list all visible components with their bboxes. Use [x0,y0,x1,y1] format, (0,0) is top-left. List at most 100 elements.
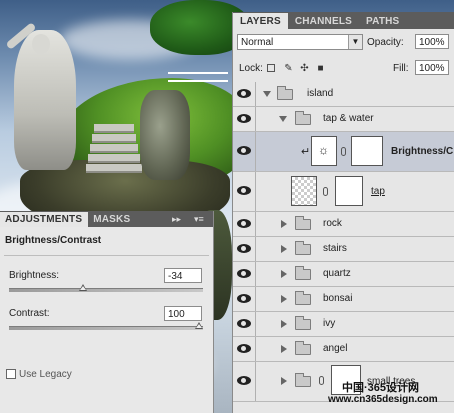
layer-row-island[interactable]: island [233,82,454,107]
eye-icon[interactable] [237,269,251,278]
folder-icon [295,316,311,330]
layer-name: tap & water [323,113,374,124]
folder-icon [277,86,293,100]
mask-link-icon[interactable] [319,376,324,385]
layer-name: stairs [323,243,347,254]
adjustments-panel-tabs: ADJUSTMENTS MASKS ▸▸ ▾≡ [0,211,213,227]
layer-list: island tap & water ↵ ☼ Brightness/C tap [233,82,454,402]
contrast-label: Contrast: [9,308,50,319]
brightness-label: Brightness: [9,270,60,281]
opacity-input[interactable]: 100% [415,34,449,49]
tab-paths[interactable]: PATHS [359,13,406,29]
panel-menu-icon[interactable]: ▾≡ [194,214,204,225]
eye-icon[interactable] [237,344,251,353]
eye-icon[interactable] [237,376,251,385]
lock-image-pixels-icon[interactable]: ✎ [283,63,294,74]
eye-icon[interactable] [237,89,251,98]
eye-icon[interactable] [237,219,251,228]
expand-triangle-icon[interactable] [281,295,287,303]
opacity-label: Opacity: [367,37,404,48]
folder-icon [295,111,311,125]
layer-name: ivy [323,318,336,329]
eye-icon[interactable] [237,114,251,123]
layer-row-angel[interactable]: angel [233,337,454,362]
expand-triangle-icon[interactable] [281,377,287,385]
eye-icon[interactable] [237,244,251,253]
eye-icon[interactable] [237,146,251,155]
mask-link-icon[interactable] [341,147,346,156]
folder-icon [295,291,311,305]
layer-name: angel [323,343,348,354]
blend-mode-select[interactable]: Normal ▼ [237,34,363,50]
water-pump-artwork [140,90,190,180]
tab-masks[interactable]: MASKS [88,212,136,227]
folder-icon [295,341,311,355]
lock-transparent-pixels-icon[interactable] [267,64,275,72]
layer-row-tap[interactable]: tap [233,172,454,212]
eye-icon[interactable] [237,186,251,195]
lock-all-icon[interactable]: ■ [315,63,326,74]
layer-name: bonsai [323,293,353,304]
folder-icon [295,216,311,230]
clipping-arrow-icon: ↵ [301,146,311,158]
brightness-slider[interactable] [9,284,203,292]
lock-position-icon[interactable]: ✣ [299,63,310,74]
mask-link-icon[interactable] [323,187,328,196]
expand-triangle-icon[interactable] [263,91,271,97]
contrast-slider-knob[interactable] [195,322,203,329]
layers-panel-tabs: LAYERS CHANNELS PATHS [233,12,454,29]
layer-row-brightness-contrast[interactable]: ↵ ☼ Brightness/C [233,132,454,172]
expand-triangle-icon[interactable] [279,116,287,122]
expand-triangle-icon[interactable] [281,270,287,278]
lock-fill-row: Lock: ✎ ✣ ■ Fill: 100% [233,59,454,81]
layers-panel: LAYERS CHANNELS PATHS Normal ▼ Opacity: … [232,12,454,413]
layer-mask-thumbnail[interactable] [351,136,383,166]
lock-label: Lock: [239,63,263,74]
folder-icon [295,241,311,255]
adjustment-thumbnail[interactable]: ☼ [311,136,337,166]
divider [4,255,209,256]
watermark-line2: www.cn365design.com [328,394,438,405]
tab-adjustments[interactable]: ADJUSTMENTS [0,212,89,227]
layer-name: Brightness/C [391,146,454,157]
expand-triangle-icon[interactable] [281,245,287,253]
fill-input[interactable]: 100% [415,60,449,75]
layer-row-quartz[interactable]: quartz [233,262,454,287]
watermark-line1: 中国·365设计网 [342,382,420,394]
fence-artwork [168,72,228,82]
expand-triangle-icon[interactable] [281,220,287,228]
blend-opacity-row: Normal ▼ Opacity: 100% [233,32,454,54]
layer-thumbnail[interactable] [291,176,317,206]
layer-row-ivy[interactable]: ivy [233,312,454,337]
expand-triangle-icon[interactable] [281,345,287,353]
brightness-sun-icon: ☼ [318,143,329,157]
layer-row-rock[interactable]: rock [233,212,454,237]
adjustment-title: Brightness/Contrast [5,235,102,246]
use-legacy-label: Use Legacy [19,369,72,380]
layer-row-tap-water[interactable]: tap & water [233,107,454,132]
layer-mask-thumbnail[interactable] [335,176,363,206]
tab-channels[interactable]: CHANNELS [288,13,359,29]
chevron-down-icon[interactable]: ▼ [348,35,362,49]
blend-mode-value: Normal [241,37,274,48]
collapse-panel-icon[interactable]: ▸▸ [172,214,181,225]
fill-label: Fill: [393,63,409,74]
layer-name: quartz [323,268,351,279]
brightness-slider-knob[interactable] [78,284,87,291]
layer-row-bonsai[interactable]: bonsai [233,287,454,312]
tab-layers[interactable]: LAYERS [233,13,288,29]
adjustments-panel: ADJUSTMENTS MASKS ▸▸ ▾≡ Brightness/Contr… [0,211,214,413]
layer-name: tap [371,186,385,197]
contrast-slider[interactable] [9,322,203,330]
folder-icon [295,266,311,280]
contrast-input[interactable]: 100 [164,306,202,321]
layer-name: island [307,88,334,99]
eye-icon[interactable] [237,319,251,328]
folder-icon [295,373,311,387]
layer-row-stairs[interactable]: stairs [233,237,454,262]
eye-icon[interactable] [237,294,251,303]
layer-name: rock [323,218,342,229]
brightness-input[interactable]: -34 [164,268,202,283]
use-legacy-checkbox[interactable] [6,369,16,379]
expand-triangle-icon[interactable] [281,320,287,328]
